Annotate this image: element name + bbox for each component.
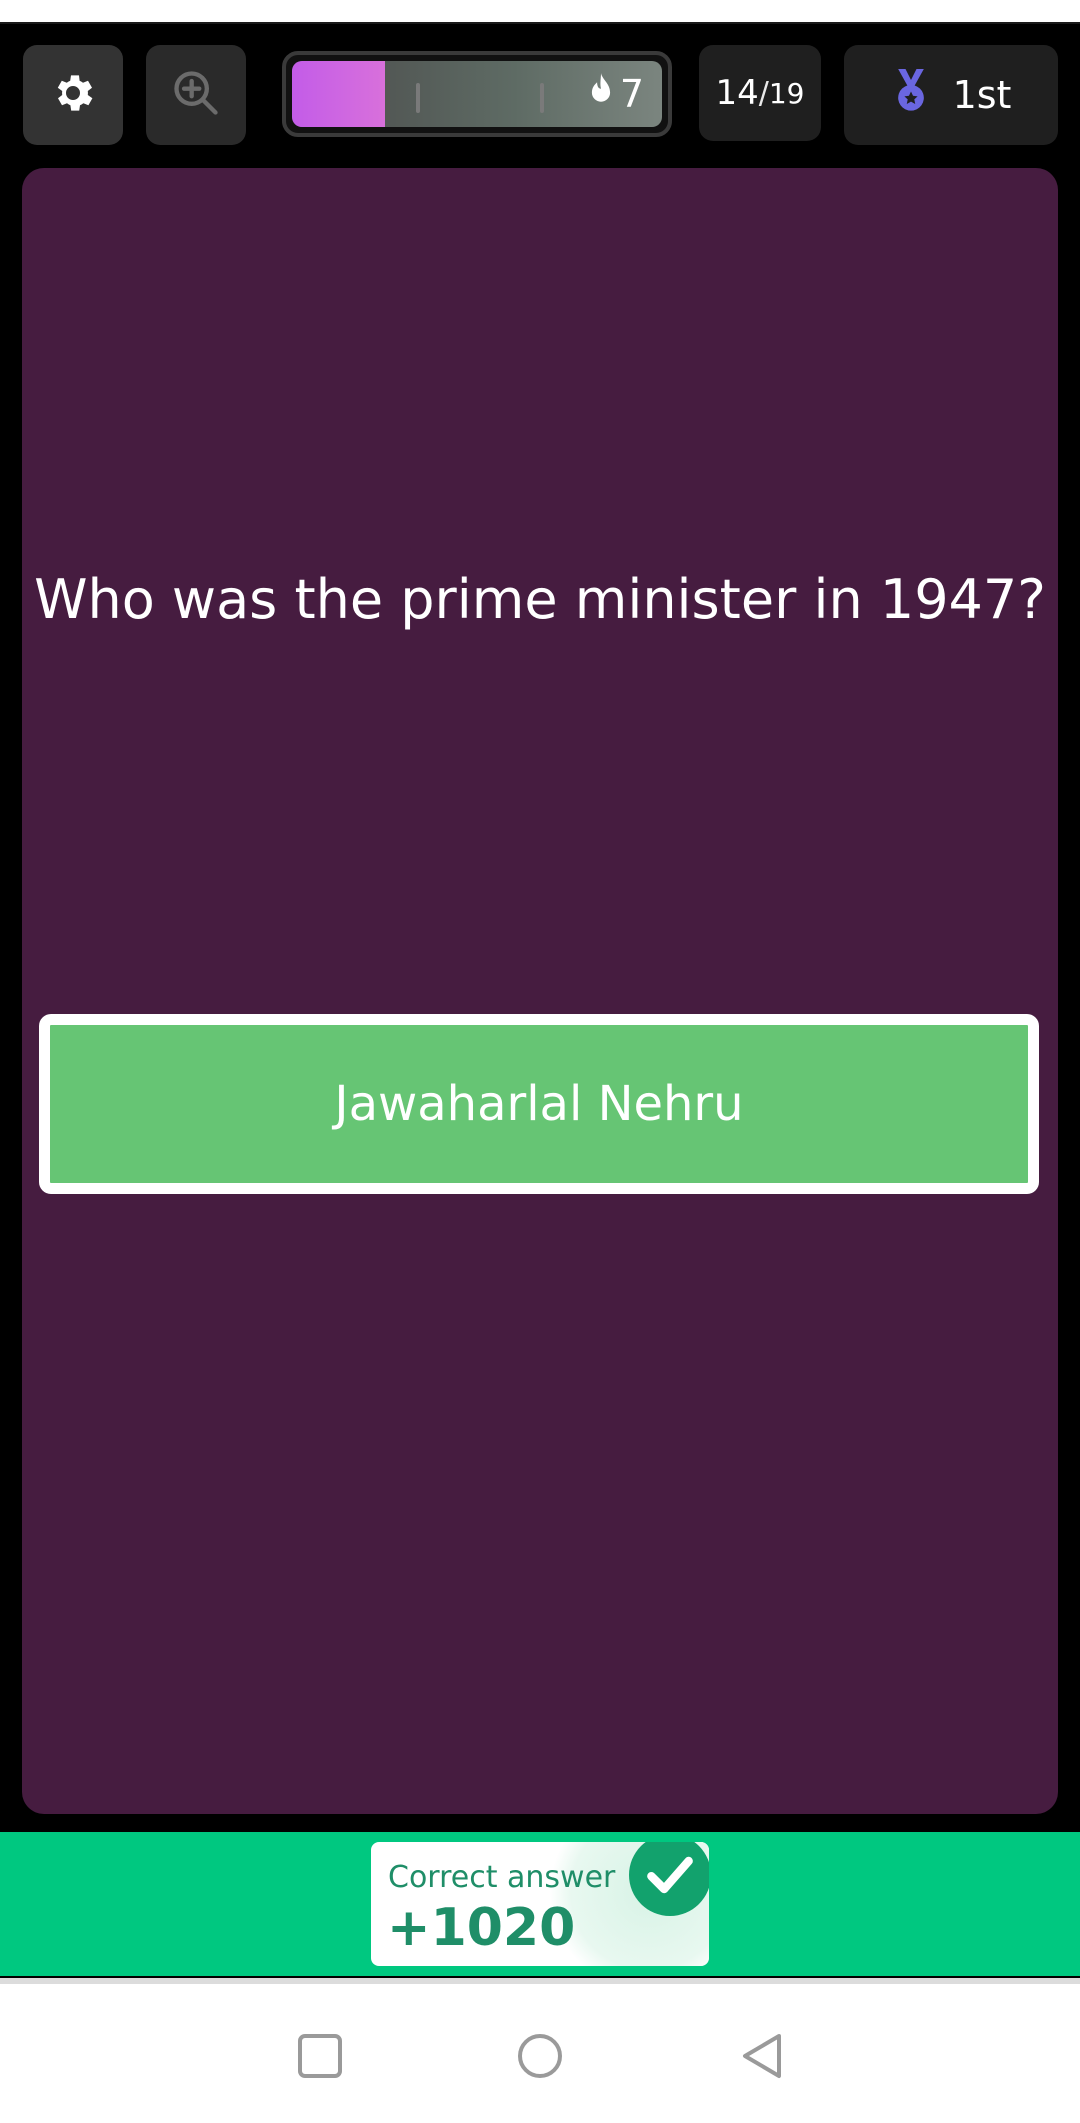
progress-fill: [292, 61, 385, 127]
progress-track: 7: [292, 61, 662, 127]
streak-counter: 7: [588, 61, 644, 127]
recent-apps-button[interactable]: [290, 2028, 350, 2088]
bottom-divider: [0, 1978, 1080, 1984]
gear-icon: [49, 69, 97, 121]
rank-value: 1st: [952, 73, 1012, 117]
progress-tick: [540, 83, 544, 113]
question-separator: /: [758, 75, 769, 111]
streak-value: 7: [619, 72, 644, 116]
medal-icon: [891, 68, 931, 122]
streak-progress-bar: 7: [282, 51, 672, 137]
question-current: 14: [715, 73, 759, 113]
back-button[interactable]: [732, 2028, 792, 2088]
result-banner: Correct answer +1020: [0, 1832, 1080, 1976]
question-text: Who was the prime minister in 1947?: [34, 568, 1046, 631]
settings-button[interactable]: [23, 45, 123, 145]
result-label: Correct answer: [388, 1860, 616, 1895]
triangle-back-icon: [739, 2032, 785, 2084]
rank-badge[interactable]: 1st: [844, 45, 1058, 145]
circle-icon: [516, 2032, 564, 2084]
result-points: +1020: [387, 1898, 576, 1958]
answer-option[interactable]: Jawaharlal Nehru: [39, 1014, 1039, 1194]
zoom-button[interactable]: [146, 45, 246, 145]
system-navigation-bar: [0, 1990, 1080, 2123]
question-card: Who was the prime minister in 1947? Jawa…: [22, 168, 1058, 1814]
check-icon: [629, 1842, 709, 1916]
answer-text: Jawaharlal Nehru: [334, 1076, 744, 1132]
zoom-in-icon: [170, 67, 222, 123]
question-total: 19: [768, 76, 805, 110]
quiz-screen: 7 14/19 1st Who was the prime minister i…: [0, 24, 1080, 1984]
square-icon: [297, 2033, 343, 2083]
progress-tick: [416, 83, 420, 113]
result-card: Correct answer +1020: [371, 1842, 709, 1966]
home-button[interactable]: [510, 2028, 570, 2088]
flame-icon: [588, 72, 614, 116]
question-counter: 14/19: [699, 45, 821, 141]
